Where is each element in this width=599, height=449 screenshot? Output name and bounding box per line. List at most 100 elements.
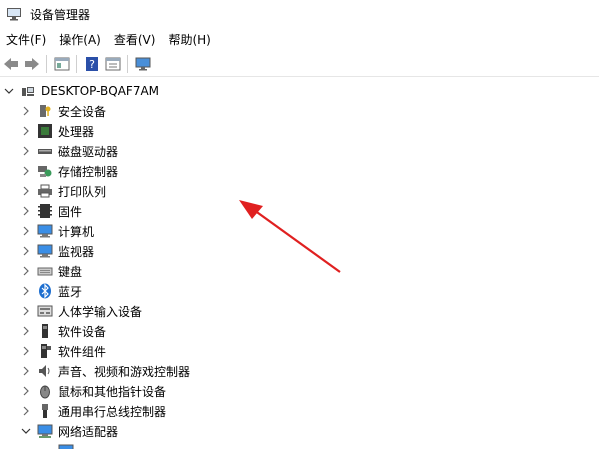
menu-help[interactable]: 帮助(H) [162, 31, 217, 48]
tree-item[interactable]: 安全设备 [0, 101, 599, 121]
tree-item[interactable]: 蓝牙 [0, 281, 599, 301]
toolbar-separator [46, 55, 47, 73]
tree-item-label: 通用串行总线控制器 [58, 404, 167, 419]
tree-item-label: 人体学输入设备 [58, 304, 143, 319]
tree-item-label: 安全设备 [58, 104, 107, 119]
tree-item[interactable]: 声音、视频和游戏控制器 [0, 361, 599, 381]
tree-item-label: 存储控制器 [58, 164, 119, 179]
back-button[interactable] [1, 54, 21, 74]
menu-action[interactable]: 操作(A) [53, 31, 108, 48]
view-button[interactable] [103, 54, 123, 74]
chevron-right-icon[interactable] [20, 385, 32, 397]
window-title: 设备管理器 [30, 7, 91, 22]
tree-item[interactable]: 鼠标和其他指针设备 [0, 381, 599, 401]
bluetooth-icon [37, 283, 53, 299]
computer-icon [37, 223, 53, 239]
tree-item[interactable]: 计算机 [0, 221, 599, 241]
tree-item[interactable]: 处理器 [0, 121, 599, 141]
chevron-down-icon[interactable] [3, 85, 15, 97]
forward-button[interactable] [22, 54, 42, 74]
chevron-right-icon[interactable] [20, 345, 32, 357]
firmware-icon [37, 203, 53, 219]
tree-item-label: 键盘 [58, 264, 83, 279]
chevron-right-icon[interactable] [20, 365, 32, 377]
disk-drive-icon [37, 143, 53, 159]
tree-item[interactable]: 通用串行总线控制器 [0, 401, 599, 421]
chevron-right-icon[interactable] [20, 405, 32, 417]
properties-button[interactable] [52, 54, 72, 74]
chevron-right-icon[interactable] [20, 325, 32, 337]
chevron-right-icon[interactable] [20, 245, 32, 257]
chevron-right-icon[interactable] [20, 305, 32, 317]
device-tree: DESKTOP-BQAF7AM 安全设备 处理器 磁盘驱动器 存储控制器 打印队… [0, 80, 599, 449]
chevron-right-icon[interactable] [20, 185, 32, 197]
tree-item-label: 固件 [58, 204, 83, 219]
tree-item[interactable]: 存储控制器 [0, 161, 599, 181]
tree-item-label: 打印队列 [58, 184, 107, 199]
chevron-right-icon[interactable] [20, 225, 32, 237]
tree-item[interactable]: 人体学输入设备 [0, 301, 599, 321]
usb-icon [37, 403, 53, 419]
menu-bar: 文件(F) 操作(A) 查看(V) 帮助(H) [0, 29, 599, 49]
tree-item[interactable]: 网络适配器 [0, 421, 599, 441]
toolbar-separator [76, 55, 77, 73]
scan-hardware-button[interactable] [133, 54, 153, 74]
software-component-icon [37, 343, 53, 359]
menu-file[interactable]: 文件(F) [0, 31, 53, 48]
device-manager-icon [7, 8, 21, 21]
chevron-right-icon[interactable] [20, 145, 32, 157]
tree-item-label: 网络适配器 [58, 424, 119, 439]
tree-item[interactable]: 固件 [0, 201, 599, 221]
tree-item[interactable]: 监视器 [0, 241, 599, 261]
view-icon [105, 57, 121, 71]
tree-item-label: 磁盘驱动器 [58, 144, 119, 159]
help-button[interactable]: ? [82, 54, 102, 74]
mouse-icon [37, 383, 53, 399]
network-card-icon [58, 443, 74, 449]
network-adapter-icon [37, 423, 53, 439]
chevron-right-icon[interactable] [20, 165, 32, 177]
forward-icon [25, 58, 39, 70]
toolbar-separator [127, 55, 128, 73]
svg-text:?: ? [89, 58, 95, 71]
tree-item-label: 鼠标和其他指针设备 [58, 384, 167, 399]
tree-item-label: 计算机 [58, 224, 95, 239]
tree-item[interactable]: 打印队列 [0, 181, 599, 201]
tree-item-label: 软件设备 [58, 324, 107, 339]
chevron-right-icon[interactable] [20, 105, 32, 117]
tree-item[interactable]: 磁盘驱动器 [0, 141, 599, 161]
properties-icon [54, 57, 70, 71]
tree-item-label: 蓝牙 [58, 284, 83, 299]
storage-controller-icon [37, 163, 53, 179]
menu-view[interactable]: 查看(V) [108, 31, 163, 48]
monitor-scan-icon [135, 57, 151, 71]
title-bar: 设备管理器 [0, 0, 599, 28]
software-device-icon [37, 323, 53, 339]
chevron-down-icon[interactable] [20, 425, 32, 437]
hid-icon [37, 303, 53, 319]
computer-root-icon [20, 83, 36, 99]
processor-icon [37, 123, 53, 139]
chevron-right-icon[interactable] [20, 125, 32, 137]
help-icon: ? [86, 57, 98, 71]
tree-item[interactable]: 键盘 [0, 261, 599, 281]
toolbar: ? [0, 52, 599, 77]
keyboard-icon [37, 263, 53, 279]
tree-root-label: DESKTOP-BQAF7AM [41, 84, 160, 98]
tree-item-label: 软件组件 [58, 344, 107, 359]
tree-item-child[interactable] [0, 441, 599, 449]
chevron-right-icon[interactable] [20, 205, 32, 217]
tree-root[interactable]: DESKTOP-BQAF7AM [0, 81, 599, 101]
printer-icon [37, 183, 53, 199]
chevron-right-icon[interactable] [20, 265, 32, 277]
tree-item-label: 声音、视频和游戏控制器 [58, 364, 191, 379]
tree-item[interactable]: 软件组件 [0, 341, 599, 361]
sound-icon [37, 363, 53, 379]
back-icon [4, 58, 18, 70]
tree-item[interactable]: 软件设备 [0, 321, 599, 341]
monitor-icon [37, 243, 53, 259]
chevron-right-icon[interactable] [20, 285, 32, 297]
tree-item-label: 处理器 [58, 124, 95, 139]
security-device-icon [37, 103, 53, 119]
tree-item-label: 监视器 [58, 244, 95, 259]
